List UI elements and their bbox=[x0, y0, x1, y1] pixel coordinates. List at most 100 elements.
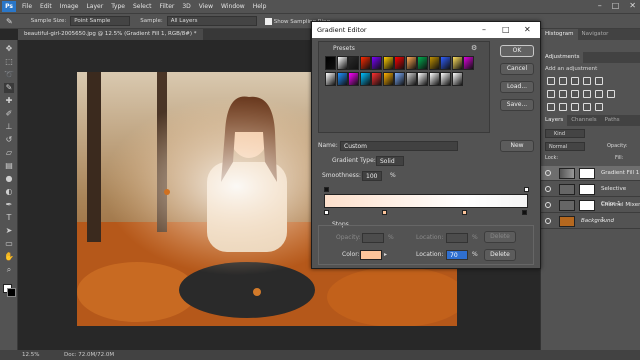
menu-filter[interactable]: Filter bbox=[156, 0, 179, 13]
presets-gear-icon[interactable]: ⚙ bbox=[471, 44, 477, 52]
visibility-eye-icon[interactable] bbox=[545, 186, 551, 192]
sample-select[interactable]: All Layers bbox=[166, 16, 257, 26]
preset-swatch[interactable] bbox=[371, 56, 382, 70]
tab-layers[interactable]: Layers bbox=[541, 115, 568, 126]
minimize-icon[interactable]: – bbox=[482, 22, 486, 38]
color-dropdown-icon[interactable]: ▸ bbox=[384, 251, 387, 258]
stop-color-swatch[interactable] bbox=[360, 250, 382, 260]
brightness-icon[interactable] bbox=[547, 77, 555, 85]
type-tool-icon[interactable]: T bbox=[4, 213, 14, 223]
preset-swatch[interactable] bbox=[371, 72, 382, 86]
brush-tool-icon[interactable]: ✐ bbox=[4, 109, 14, 119]
tab-histogram[interactable]: Histogram bbox=[541, 29, 578, 40]
lasso-tool-icon[interactable]: ➰ bbox=[4, 70, 14, 80]
gradient-map-icon[interactable] bbox=[583, 103, 591, 111]
new-button[interactable]: New bbox=[500, 140, 534, 152]
preset-swatch[interactable] bbox=[428, 72, 440, 86]
hand-tool-icon[interactable]: ✋ bbox=[4, 252, 14, 262]
color-stop[interactable] bbox=[382, 210, 387, 215]
preset-swatch[interactable] bbox=[325, 72, 336, 86]
preset-swatch[interactable] bbox=[440, 56, 451, 70]
eyedropper-tool-icon[interactable]: ✎ bbox=[4, 83, 14, 93]
preset-swatch[interactable] bbox=[405, 72, 417, 86]
preset-swatch[interactable] bbox=[394, 56, 405, 70]
color-stop-start[interactable] bbox=[324, 210, 329, 215]
blend-mode-select[interactable]: Normal bbox=[545, 142, 585, 151]
black-white-icon[interactable] bbox=[571, 90, 579, 98]
invert-icon[interactable] bbox=[547, 103, 555, 111]
move-tool-icon[interactable]: ✥ bbox=[4, 44, 14, 54]
background-color-swatch[interactable] bbox=[7, 288, 16, 297]
threshold-icon[interactable] bbox=[571, 103, 579, 111]
shape-tool-icon[interactable]: ▭ bbox=[4, 239, 14, 249]
color-balance-icon[interactable] bbox=[559, 90, 567, 98]
channel-mixer-icon[interactable] bbox=[595, 90, 603, 98]
preset-swatch[interactable] bbox=[440, 72, 451, 86]
preset-swatch[interactable] bbox=[394, 72, 405, 86]
menu-help[interactable]: Help bbox=[249, 0, 271, 13]
menu-3d[interactable]: 3D bbox=[178, 0, 194, 13]
preset-swatch[interactable] bbox=[325, 56, 336, 70]
levels-icon[interactable] bbox=[559, 77, 567, 85]
curves-icon[interactable] bbox=[571, 77, 579, 85]
preset-swatch[interactable] bbox=[348, 56, 359, 70]
menu-type[interactable]: Type bbox=[107, 0, 129, 13]
preset-swatch[interactable] bbox=[348, 72, 359, 86]
minimize-icon[interactable]: – bbox=[598, 1, 602, 10]
gradient-type-select[interactable]: Solid bbox=[376, 156, 404, 166]
menu-layer[interactable]: Layer bbox=[82, 0, 107, 13]
visibility-eye-icon[interactable] bbox=[545, 218, 551, 224]
history-brush-icon[interactable]: ↺ bbox=[4, 135, 14, 145]
layer-selective-color[interactable]: Selective Color 1 bbox=[541, 182, 640, 207]
color-stop-selected[interactable] bbox=[462, 210, 467, 215]
hue-saturation-icon[interactable] bbox=[547, 90, 555, 98]
menu-select[interactable]: Select bbox=[129, 0, 156, 13]
menu-file[interactable]: File bbox=[18, 0, 36, 13]
exposure-icon[interactable] bbox=[583, 77, 591, 85]
preset-swatch[interactable] bbox=[382, 72, 394, 86]
color-stop-end[interactable] bbox=[522, 210, 527, 215]
eyedropper-tool-icon[interactable]: ✎ bbox=[6, 17, 13, 26]
eraser-tool-icon[interactable]: ▱ bbox=[4, 148, 14, 158]
color-lookup-icon[interactable] bbox=[607, 90, 615, 98]
document-tab[interactable]: beautiful-girl-2005650.jpg @ 12.5% (Grad… bbox=[18, 29, 203, 40]
menu-window[interactable]: Window bbox=[217, 0, 249, 13]
menu-image[interactable]: Image bbox=[56, 0, 83, 13]
healing-brush-icon[interactable]: ✚ bbox=[4, 96, 14, 106]
pen-tool-icon[interactable]: ✒ bbox=[4, 200, 14, 210]
layer-channel-mixer[interactable]: Channel Mixer 1 bbox=[541, 198, 640, 223]
menu-edit[interactable]: Edit bbox=[36, 0, 56, 13]
close-icon[interactable]: ✕ bbox=[524, 22, 531, 38]
vibrance-icon[interactable] bbox=[595, 77, 603, 85]
gradient-name-input[interactable]: Custom bbox=[340, 141, 458, 151]
opacity-stop-right[interactable] bbox=[524, 187, 529, 192]
preset-swatch[interactable] bbox=[417, 72, 428, 86]
preset-swatch[interactable] bbox=[382, 56, 394, 70]
stamp-tool-icon[interactable]: ⊥ bbox=[4, 122, 14, 132]
marquee-tool-icon[interactable]: ⬚ bbox=[4, 57, 14, 67]
opacity-stop-left[interactable] bbox=[324, 187, 329, 192]
preset-swatch[interactable] bbox=[451, 72, 463, 86]
tab-navigator[interactable]: Navigator bbox=[578, 29, 613, 40]
selective-color-icon[interactable] bbox=[595, 103, 603, 111]
preset-swatch[interactable] bbox=[336, 56, 348, 70]
delete-color-stop-button[interactable]: Delete bbox=[484, 249, 516, 261]
layer-gradient-fill[interactable]: Gradient Fill 1 bbox=[541, 166, 640, 181]
preset-swatch[interactable] bbox=[405, 56, 417, 70]
color-location-input[interactable]: 70 bbox=[446, 250, 468, 260]
tab-paths[interactable]: Paths bbox=[601, 115, 624, 126]
ok-button[interactable]: OK bbox=[500, 45, 534, 57]
maximize-icon[interactable]: □ bbox=[612, 1, 620, 10]
zoom-tool-icon[interactable]: ⌕ bbox=[4, 265, 14, 275]
close-icon[interactable]: ✕ bbox=[629, 1, 636, 10]
gradient-tool-icon[interactable]: ▤ bbox=[4, 161, 14, 171]
cancel-button[interactable]: Cancel bbox=[500, 63, 534, 75]
save-button[interactable]: Save... bbox=[500, 99, 534, 111]
tab-channels[interactable]: Channels bbox=[567, 115, 600, 126]
load-button[interactable]: Load... bbox=[500, 81, 534, 93]
preset-swatch[interactable] bbox=[336, 72, 348, 86]
preset-swatch[interactable] bbox=[359, 72, 371, 86]
path-selection-icon[interactable]: ➤ bbox=[4, 226, 14, 236]
layer-filter-kind[interactable]: Kind bbox=[545, 129, 585, 138]
layer-background[interactable]: Background bbox=[541, 214, 640, 229]
